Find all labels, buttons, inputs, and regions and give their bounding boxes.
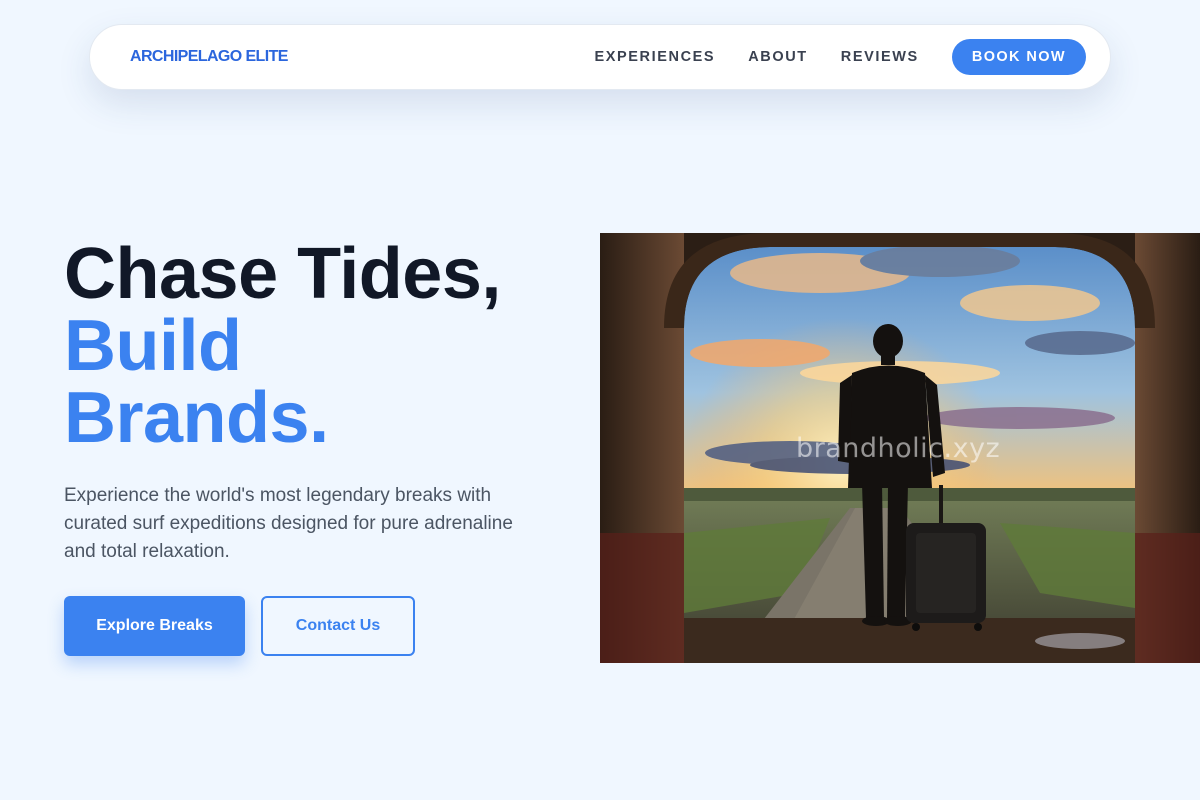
hero-image: brandholic.xyz xyxy=(600,233,1200,663)
top-navigation: ARCHIPELAGO ELITE EXPERIENCES ABOUT REVI… xyxy=(89,24,1111,90)
hero-title-line-3: Brands. xyxy=(64,378,329,458)
hero-title: Chase Tides, Build Brands. xyxy=(64,238,564,454)
hero-title-line-1: Chase Tides, xyxy=(64,234,501,314)
nav-link-about[interactable]: ABOUT xyxy=(748,49,808,65)
hero-description: Experience the world's most legendary br… xyxy=(64,485,513,562)
nav-links: EXPERIENCES ABOUT REVIEWS BOOK NOW xyxy=(594,39,1086,75)
brand-logo[interactable]: ARCHIPELAGO ELITE xyxy=(130,48,288,66)
contact-us-button[interactable]: Contact Us xyxy=(261,596,415,656)
nav-link-experiences[interactable]: EXPERIENCES xyxy=(594,49,715,65)
explore-breaks-button[interactable]: Explore Breaks xyxy=(64,596,245,656)
book-now-button[interactable]: BOOK NOW xyxy=(951,39,1086,75)
nav-link-reviews[interactable]: REVIEWS xyxy=(841,49,919,65)
landing-page: ARCHIPELAGO ELITE EXPERIENCES ABOUT REVI… xyxy=(0,0,1200,800)
image-watermark: brandholic.xyz xyxy=(796,433,1001,464)
hero-title-line-2: Build xyxy=(64,306,242,386)
